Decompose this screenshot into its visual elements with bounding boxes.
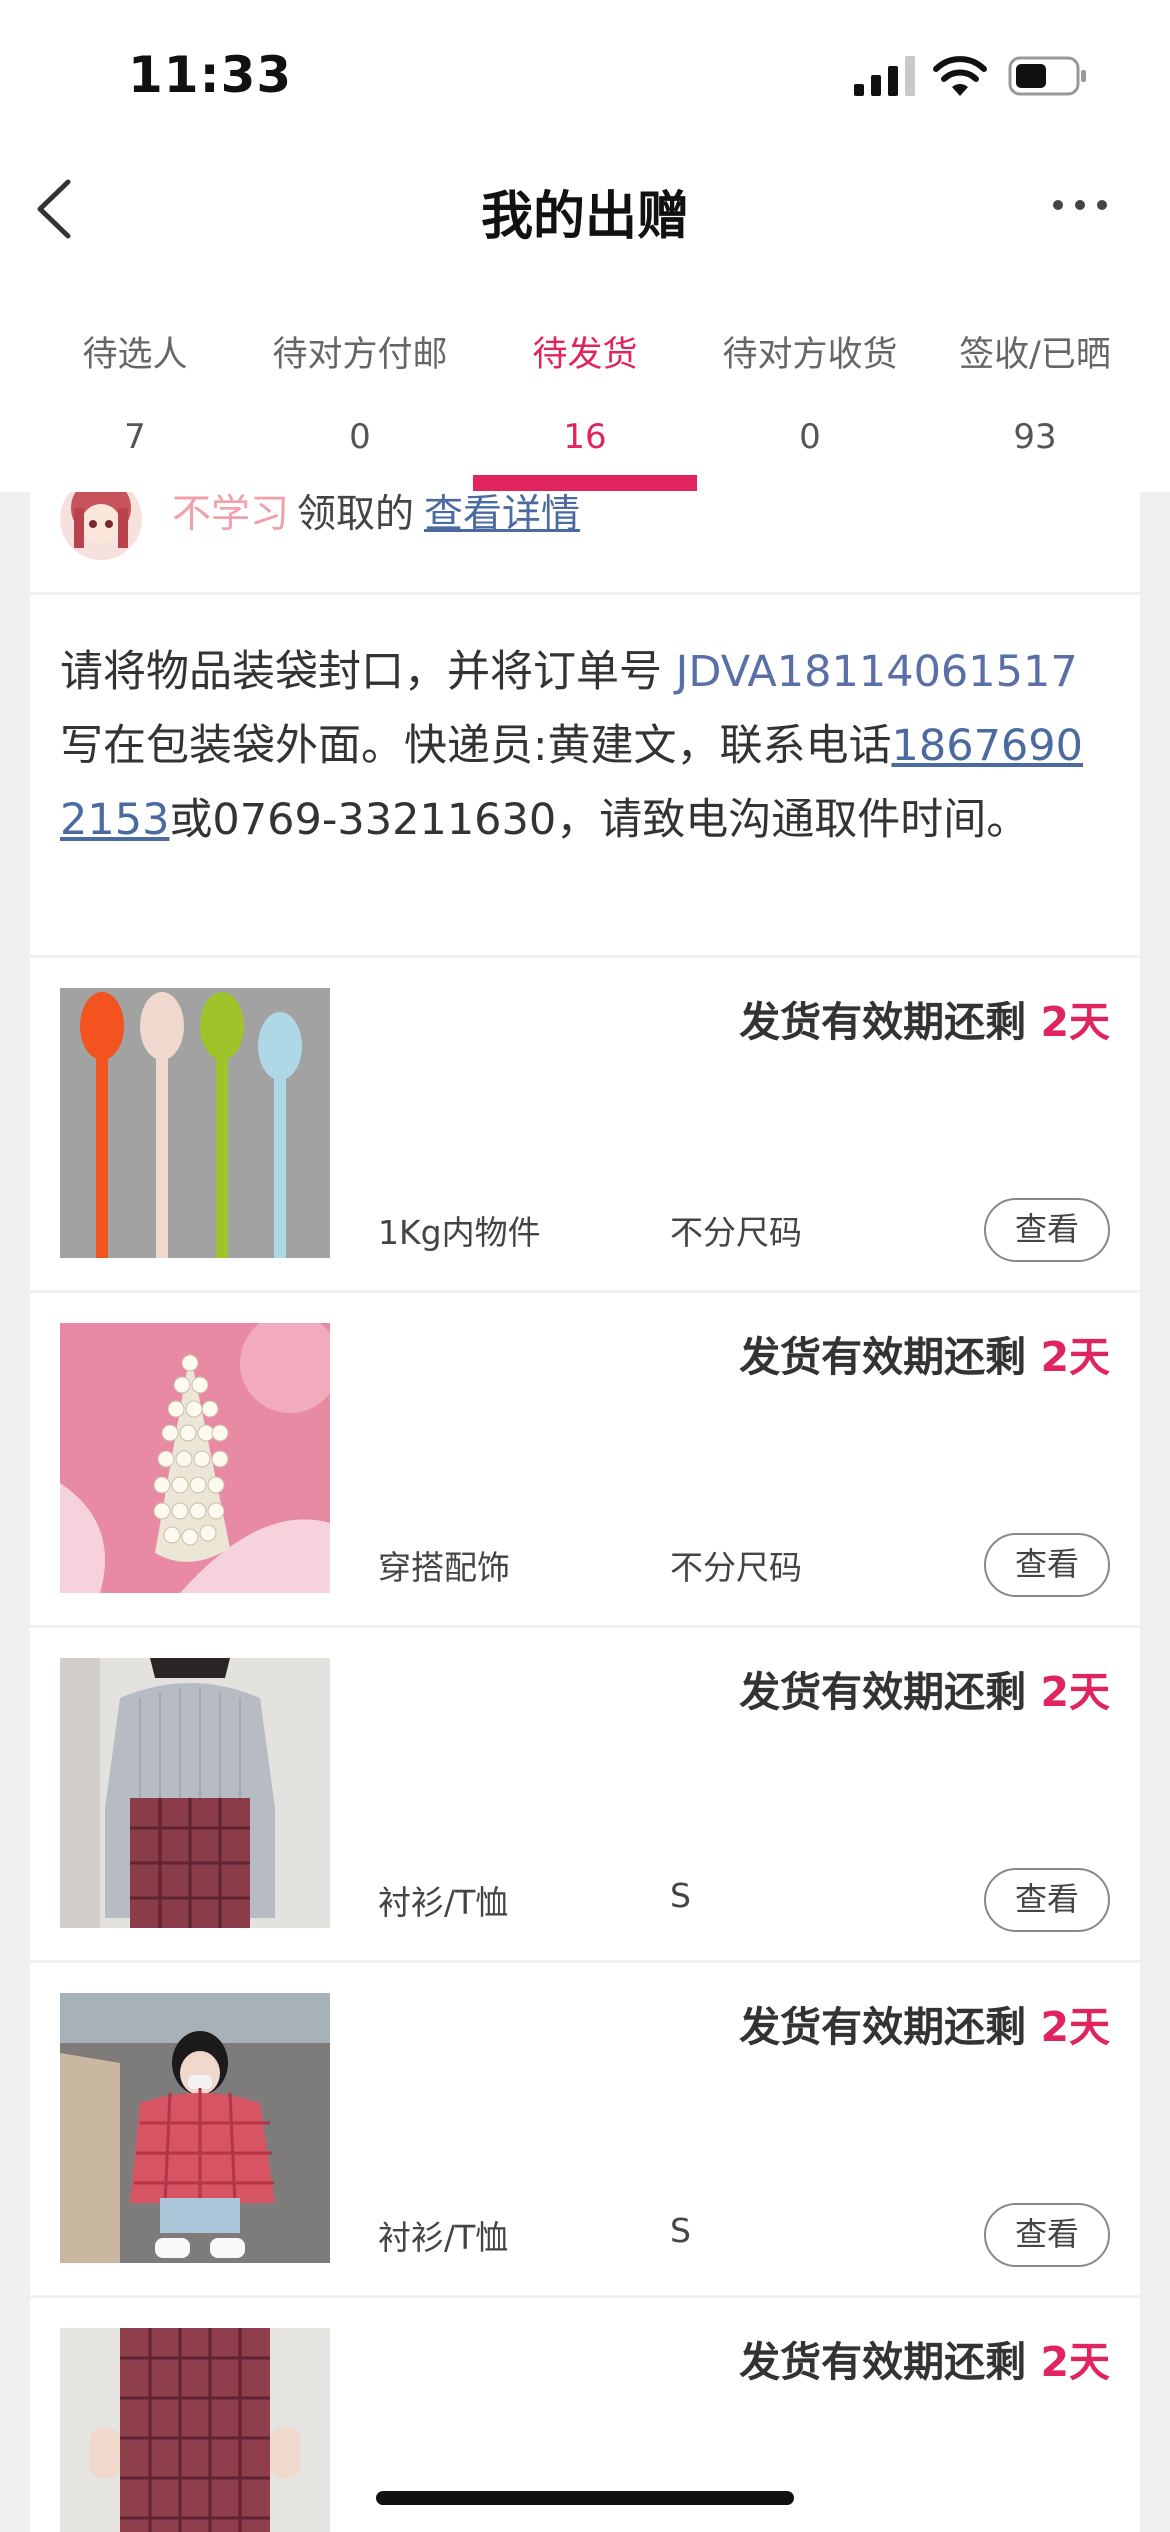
list-item[interactable]: 发货有效期还剩 2天 衬衫/T恤 S 查看 bbox=[30, 1628, 1140, 1960]
battery-icon bbox=[1008, 56, 1086, 96]
claim-text: 领取的 bbox=[297, 492, 415, 537]
wifi-icon bbox=[933, 56, 987, 96]
status-tabs: 待选人 7 待对方付邮 0 待发货 16 待对方收货 0 签收/已晒 93 bbox=[0, 270, 1170, 492]
tab-label: 待对方收货 bbox=[722, 335, 898, 375]
ship-deadline: 发货有效期还剩 2天 bbox=[739, 1323, 1110, 1383]
cellular-signal-icon bbox=[854, 56, 915, 96]
deadline-label: 发货有效期还剩 bbox=[739, 2338, 1041, 2386]
order-claim-line: 不学习 领取的 查看详情 bbox=[172, 492, 580, 538]
ship-deadline: 发货有效期还剩 2天 bbox=[739, 988, 1110, 1048]
shipping-instructions: 请将物品装袋封口，并将订单号 JDVA18114061517 写在包装袋外面。快… bbox=[30, 595, 1140, 955]
item-size: 不分尺码 bbox=[670, 1213, 802, 1252]
item-category: 衬衫/T恤 bbox=[378, 1883, 509, 1922]
page-title: 我的出赠 bbox=[480, 187, 689, 247]
active-tab-indicator bbox=[473, 475, 697, 491]
avatar[interactable] bbox=[60, 492, 142, 560]
tab-label: 待对方付邮 bbox=[272, 335, 448, 375]
item-image-striped-shirt bbox=[60, 1658, 330, 1928]
item-size: S bbox=[670, 1876, 691, 1915]
ship-deadline: 发货有效期还剩 2天 bbox=[739, 2328, 1110, 2388]
tab-pending-receipt[interactable]: 待对方收货 0 bbox=[685, 330, 935, 492]
deadline-label: 发货有效期还剩 bbox=[739, 2003, 1041, 2051]
days-remaining: 2天 bbox=[1040, 1333, 1110, 1381]
tab-label: 签收/已晒 bbox=[959, 335, 1111, 375]
tab-count: 7 bbox=[124, 417, 146, 457]
instructions-middle: 写在包装袋外面。快递员:黄建文，联系电话 bbox=[60, 721, 892, 771]
claimer-name[interactable]: 不学习 bbox=[172, 492, 289, 537]
status-time: 11:33 bbox=[128, 46, 293, 104]
instructions-prefix: 请将物品装袋封口，并将订单号 bbox=[60, 647, 676, 697]
view-details-link[interactable]: 查看详情 bbox=[424, 492, 580, 537]
navigation-bar: 我的出赠 bbox=[0, 150, 1170, 270]
days-remaining: 2天 bbox=[1040, 2338, 1110, 2386]
view-button[interactable]: 查看 bbox=[984, 1533, 1110, 1597]
days-remaining: 2天 bbox=[1040, 2003, 1110, 2051]
status-bar: 11:33 bbox=[0, 0, 1170, 150]
order-number: JDVA18114061517 bbox=[675, 647, 1078, 697]
list-item[interactable]: 发货有效期还剩 2天 穿搭配饰 不分尺码 查看 bbox=[30, 1293, 1140, 1625]
view-button[interactable]: 查看 bbox=[984, 2203, 1110, 2267]
home-indicator[interactable] bbox=[376, 2491, 794, 2505]
tab-count: 0 bbox=[799, 417, 821, 457]
order-list: 不学习 领取的 查看详情 请将物品装袋封口，并将订单号 JDVA1811406151… bbox=[30, 492, 1140, 2532]
item-image-pearl-clip bbox=[60, 1323, 330, 1593]
list-item[interactable]: 发货有效期还剩 2天 衬衫/T恤 S 查看 bbox=[30, 1963, 1140, 2295]
tab-pending-postage[interactable]: 待对方付邮 0 bbox=[235, 330, 485, 492]
days-remaining: 2天 bbox=[1040, 998, 1110, 1046]
item-category: 穿搭配饰 bbox=[378, 1548, 510, 1587]
item-image-plaid-trousers bbox=[60, 2328, 330, 2532]
item-category: 1Kg内物件 bbox=[378, 1213, 541, 1252]
item-category: 衬衫/T恤 bbox=[378, 2218, 509, 2257]
tab-pending-shipment[interactable]: 待发货 16 bbox=[485, 330, 685, 492]
tab-label: 待发货 bbox=[532, 335, 638, 375]
days-remaining: 2天 bbox=[1040, 1668, 1110, 1716]
view-button[interactable]: 查看 bbox=[984, 1198, 1110, 1262]
item-size: S bbox=[670, 2211, 691, 2250]
tab-pending-selection[interactable]: 待选人 7 bbox=[35, 330, 235, 492]
item-size: 不分尺码 bbox=[670, 1548, 802, 1587]
instructions-suffix: 或0769-33211630，请致电沟通取件时间。 bbox=[169, 795, 1030, 845]
view-button[interactable]: 查看 bbox=[984, 1868, 1110, 1932]
item-image-spoons bbox=[60, 988, 330, 1258]
deadline-label: 发货有效期还剩 bbox=[739, 998, 1041, 1046]
instructions-text: 请将物品装袋封口，并将订单号 JDVA18114061517 写在包装袋外面。快… bbox=[60, 635, 1110, 857]
tab-signed-shared[interactable]: 签收/已晒 93 bbox=[935, 330, 1135, 492]
ship-deadline: 发货有效期还剩 2天 bbox=[739, 1658, 1110, 1718]
deadline-label: 发货有效期还剩 bbox=[739, 1333, 1041, 1381]
more-options-icon[interactable] bbox=[1050, 190, 1110, 220]
tab-count: 93 bbox=[1013, 417, 1057, 457]
tab-count: 0 bbox=[349, 417, 371, 457]
tab-label: 待选人 bbox=[82, 335, 188, 375]
deadline-label: 发货有效期还剩 bbox=[739, 1668, 1041, 1716]
order-user-row: 不学习 领取的 查看详情 bbox=[30, 492, 1140, 592]
tab-count: 16 bbox=[563, 417, 607, 457]
item-image-gingham-blouse bbox=[60, 1993, 330, 2263]
ship-deadline: 发货有效期还剩 2天 bbox=[739, 1993, 1110, 2053]
list-item[interactable]: 发货有效期还剩 2天 1Kg内物件 不分尺码 查看 bbox=[30, 958, 1140, 1290]
